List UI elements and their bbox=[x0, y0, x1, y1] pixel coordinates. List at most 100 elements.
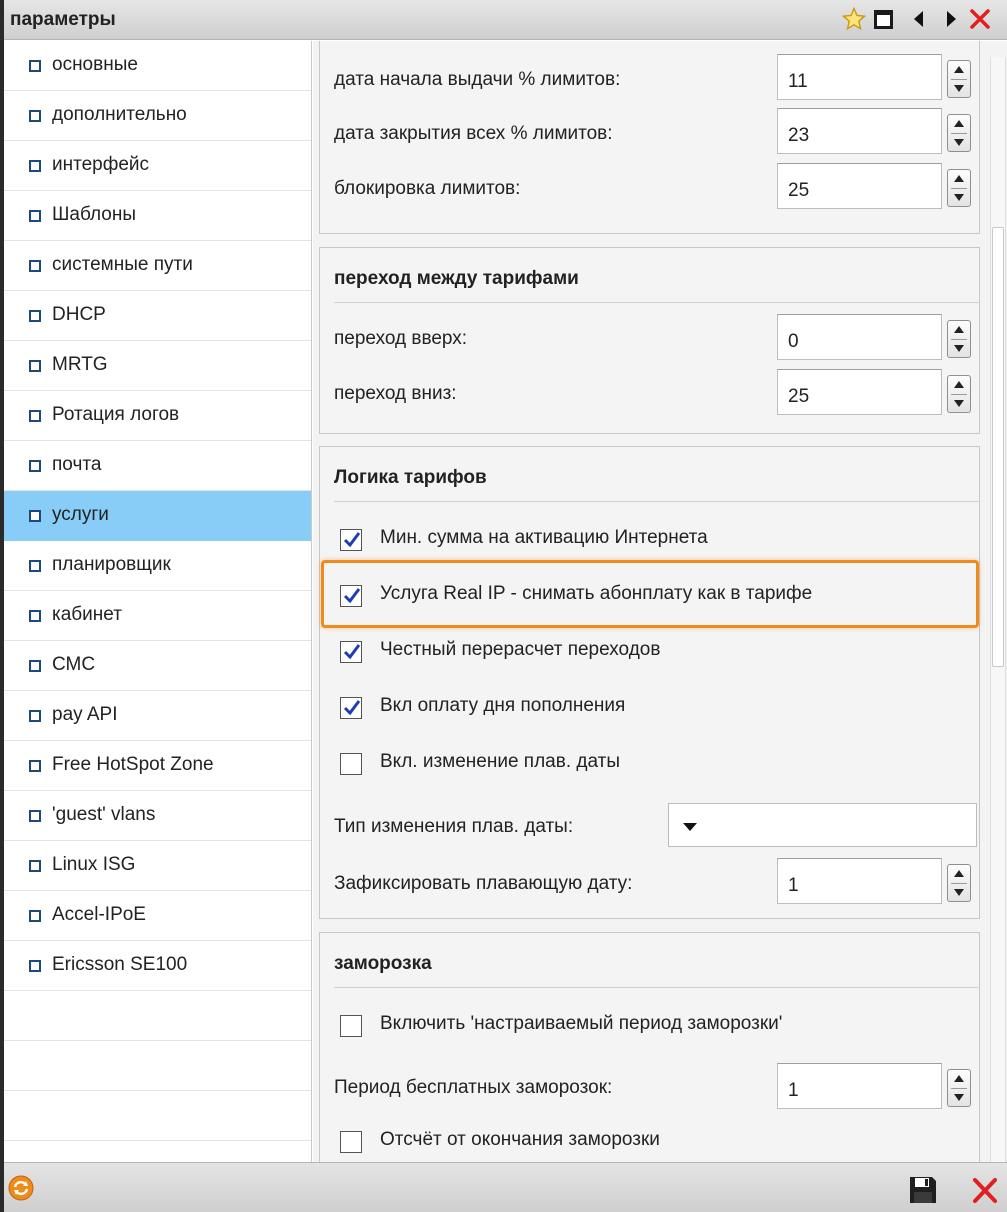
sidebar-item-label: почта bbox=[52, 454, 102, 475]
spinner-down-icon[interactable] bbox=[954, 400, 964, 407]
star-icon[interactable] bbox=[842, 7, 866, 31]
sidebar-item-free-hotspot[interactable]: Free HotSpot Zone bbox=[4, 741, 311, 791]
panel-title: заморозка bbox=[334, 953, 432, 974]
sidebar-item-label: планировщик bbox=[52, 554, 171, 575]
vertical-scrollbar[interactable] bbox=[990, 57, 1006, 1162]
spinner-up-icon[interactable] bbox=[954, 326, 964, 333]
sidebar-item-cabinet[interactable]: кабинет bbox=[4, 591, 311, 641]
panel-divider bbox=[334, 501, 980, 502]
sidebar-item-label: Ericsson SE100 bbox=[52, 954, 188, 975]
limit-start-label: дата начала выдачи % лимитов: bbox=[334, 69, 621, 90]
bullet-icon bbox=[29, 860, 41, 872]
checkbox-box[interactable] bbox=[340, 1015, 362, 1037]
transition-down-spinner[interactable]: 25 bbox=[777, 369, 985, 415]
sidebar-item-system-paths[interactable]: системные пути bbox=[4, 241, 311, 291]
sidebar-item-pay-api[interactable]: pay API bbox=[4, 691, 311, 741]
free-freeze-spinner[interactable]: 1 bbox=[777, 1063, 985, 1109]
sidebar-item-templates[interactable]: Шаблоны bbox=[4, 191, 311, 241]
spinner-up-icon[interactable] bbox=[954, 870, 964, 877]
sidebar-item-dhcp[interactable]: DHCP bbox=[4, 291, 311, 341]
sidebar-item-label: основные bbox=[52, 54, 138, 75]
checkbox-box[interactable] bbox=[340, 753, 362, 775]
sidebar-item-label: кабинет bbox=[52, 604, 122, 625]
change-type-label: Тип изменения плав. даты: bbox=[334, 816, 574, 837]
sidebar-item-label: услуги bbox=[52, 504, 109, 525]
scrollbar-thumb[interactable] bbox=[992, 227, 1004, 667]
arrow-right-icon[interactable] bbox=[939, 7, 963, 31]
spinner-up-icon[interactable] bbox=[954, 381, 964, 388]
sidebar-item-interface[interactable]: интерфейс bbox=[4, 141, 311, 191]
spinner-down-icon[interactable] bbox=[954, 1094, 964, 1101]
checkbox-box[interactable] bbox=[340, 529, 362, 551]
change-type-select[interactable] bbox=[668, 803, 977, 847]
sidebar-item-mrtg[interactable]: MRTG bbox=[4, 341, 311, 391]
limit-start-spinner[interactable]: 11 bbox=[777, 54, 985, 100]
spinner-down-icon[interactable] bbox=[954, 345, 964, 352]
panel-divider bbox=[334, 302, 980, 303]
limit-block-label: блокировка лимитов: bbox=[334, 178, 521, 199]
bullet-icon bbox=[29, 260, 41, 272]
panel-divider bbox=[334, 987, 980, 988]
sidebar-item-basic[interactable]: основные bbox=[4, 41, 311, 91]
spinner-down-icon[interactable] bbox=[954, 889, 964, 896]
fix-date-value: 1 bbox=[788, 875, 799, 896]
sidebar-item-ericsson[interactable]: Ericsson SE100 bbox=[4, 941, 311, 991]
limit-block-spinner[interactable]: 25 bbox=[777, 163, 985, 209]
title-bar: параметры bbox=[4, 0, 1007, 40]
sidebar-item-label: Шаблоны bbox=[52, 204, 137, 225]
settings-window: параметры основные дополнительно интерфе… bbox=[0, 0, 1007, 1212]
sidebar-item-sms[interactable]: СМС bbox=[4, 641, 311, 691]
bullet-icon bbox=[29, 910, 41, 922]
freeze-panel: заморозка Включить 'настраиваемый период… bbox=[319, 932, 980, 1162]
sidebar-empty-row bbox=[4, 991, 311, 1041]
transition-up-label: переход вверх: bbox=[334, 328, 468, 349]
spinner-down-icon[interactable] bbox=[954, 194, 964, 201]
sidebar-item-services[interactable]: услуги bbox=[4, 491, 311, 541]
sidebar-item-mail[interactable]: почта bbox=[4, 441, 311, 491]
fix-date-spinner[interactable]: 1 bbox=[777, 858, 985, 904]
sidebar-item-label: Accel-IPoE bbox=[52, 904, 146, 925]
cancel-icon[interactable] bbox=[970, 1175, 1000, 1205]
panel-title: Логика тарифов bbox=[334, 467, 487, 488]
checkbox-box[interactable] bbox=[340, 641, 362, 663]
check-icon bbox=[343, 644, 361, 660]
bullet-icon bbox=[29, 610, 41, 622]
spinner-up-icon[interactable] bbox=[954, 66, 964, 73]
sidebar-item-label: DHCP bbox=[52, 304, 106, 325]
spinner-up-icon[interactable] bbox=[954, 175, 964, 182]
transition-up-spinner[interactable]: 0 bbox=[777, 314, 985, 360]
bullet-icon bbox=[29, 410, 41, 422]
bullet-icon bbox=[29, 360, 41, 372]
bullet-icon bbox=[29, 460, 41, 472]
close-icon[interactable] bbox=[968, 7, 992, 31]
sidebar-item-additional[interactable]: дополнительно bbox=[4, 91, 311, 141]
limit-close-spinner[interactable]: 23 bbox=[777, 108, 985, 154]
sidebar-item-accel-ipoe[interactable]: Accel-IPoE bbox=[4, 891, 311, 941]
settings-nav: основные дополнительно интерфейс Шаблоны… bbox=[4, 41, 312, 1162]
bullet-icon bbox=[29, 160, 41, 172]
spinner-down-icon[interactable] bbox=[954, 139, 964, 146]
checkbox-label: Отсчёт от окончания заморозки bbox=[380, 1129, 660, 1150]
spinner-down-icon[interactable] bbox=[954, 85, 964, 92]
free-freeze-value: 1 bbox=[788, 1080, 799, 1101]
maximize-icon[interactable] bbox=[871, 7, 895, 31]
checkbox-box[interactable] bbox=[340, 697, 362, 719]
bullet-icon bbox=[29, 510, 41, 522]
transition-down-label: переход вниз: bbox=[334, 383, 457, 404]
sidebar-item-label: Linux ISG bbox=[52, 854, 136, 875]
checkbox-label: Вкл. изменение плав. даты bbox=[380, 751, 620, 772]
spinner-up-icon[interactable] bbox=[954, 1075, 964, 1082]
checkbox-label: Включить 'настраиваемый период заморозки… bbox=[380, 1013, 783, 1034]
window-title: параметры bbox=[10, 9, 116, 30]
transition-up-value: 0 bbox=[788, 331, 799, 352]
sidebar-item-log-rotation[interactable]: Ротация логов bbox=[4, 391, 311, 441]
arrow-left-icon[interactable] bbox=[906, 7, 930, 31]
sidebar-item-scheduler[interactable]: планировщик bbox=[4, 541, 311, 591]
save-icon[interactable] bbox=[908, 1175, 938, 1205]
refresh-icon[interactable] bbox=[8, 1175, 34, 1201]
sidebar-item-label: 'guest' vlans bbox=[52, 804, 156, 825]
checkbox-box[interactable] bbox=[340, 1131, 362, 1153]
sidebar-item-linux-isg[interactable]: Linux ISG bbox=[4, 841, 311, 891]
spinner-up-icon[interactable] bbox=[954, 120, 964, 127]
sidebar-item-guest-vlans[interactable]: 'guest' vlans bbox=[4, 791, 311, 841]
